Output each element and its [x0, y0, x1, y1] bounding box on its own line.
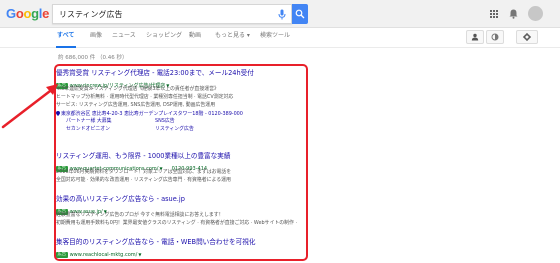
safesearch-button[interactable]: [486, 30, 504, 44]
tab-shopping[interactable]: ショッピング: [146, 32, 182, 40]
tab-search-tools[interactable]: 検索ツール: [260, 32, 290, 40]
top-bar: Google: [0, 0, 560, 28]
highlight-box: [54, 64, 308, 261]
tab-more[interactable]: もっと見る ▾: [215, 32, 250, 40]
search-icon: [295, 9, 305, 19]
account-icon[interactable]: [528, 6, 543, 21]
tab-images[interactable]: 画像: [90, 32, 102, 40]
search-input[interactable]: [59, 7, 269, 21]
arrow-annotation: [1, 84, 58, 129]
tab-news[interactable]: ニュース: [112, 32, 136, 40]
list-view-icon: [471, 33, 479, 41]
search-box[interactable]: [52, 4, 292, 24]
bell-icon[interactable]: [509, 9, 518, 19]
safesearch-icon: [491, 33, 499, 41]
mic-icon[interactable]: [277, 9, 287, 20]
gear-icon: [523, 33, 531, 41]
list-view-button[interactable]: [466, 30, 484, 44]
search-button[interactable]: [292, 4, 308, 24]
settings-button[interactable]: [516, 30, 538, 44]
apps-icon[interactable]: [490, 10, 498, 18]
tab-videos[interactable]: 動画: [189, 32, 201, 40]
